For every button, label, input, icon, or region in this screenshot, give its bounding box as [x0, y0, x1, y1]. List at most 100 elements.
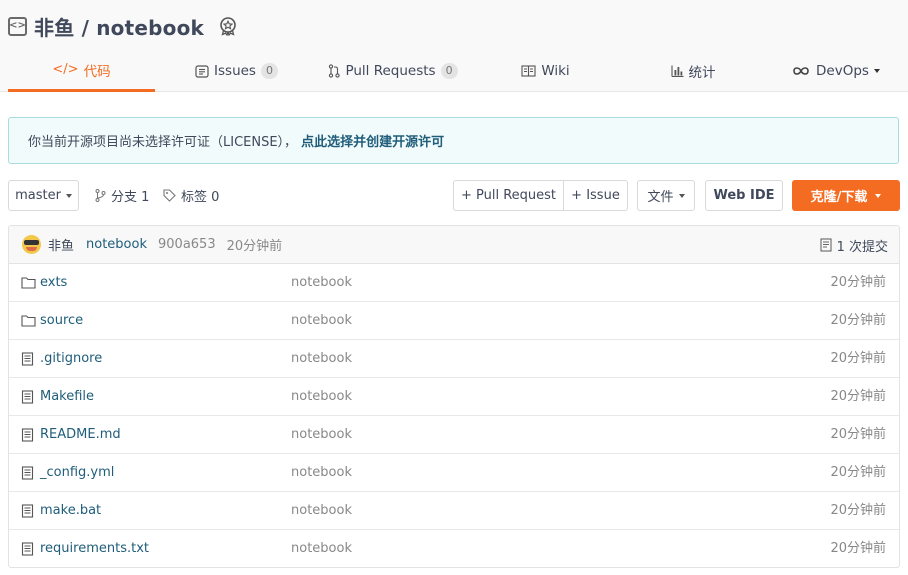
- clone-download-label: 克隆/下载: [810, 190, 868, 205]
- file-name-link[interactable]: requirements.txt: [40, 530, 149, 567]
- file-commit-time: 20分钟前: [830, 351, 886, 366]
- table-row[interactable]: exts notebook 20分钟前: [9, 264, 899, 302]
- chevron-down-icon: [678, 193, 685, 198]
- file-menu-label: 文件: [647, 190, 674, 205]
- file-name-link[interactable]: README.md: [40, 416, 121, 454]
- file-commit-message[interactable]: notebook: [291, 264, 352, 302]
- create-button-group: + Pull Request + Issue: [453, 180, 628, 211]
- chevron-down-icon: [873, 69, 880, 73]
- bar-chart-icon: [670, 65, 684, 77]
- file-commit-time: 20分钟前: [830, 541, 886, 556]
- file-icon: [21, 466, 36, 480]
- chevron-down-icon: [875, 193, 882, 198]
- recommended-badge-icon[interactable]: [217, 15, 239, 37]
- code-repo-icon: <>: [8, 16, 27, 36]
- avatar[interactable]: [22, 235, 41, 254]
- tab-issues-label: Issues: [214, 63, 256, 79]
- branches-count: 分支 1: [111, 190, 150, 205]
- file-icon: [21, 428, 36, 442]
- table-row[interactable]: _config.yml notebook 20分钟前: [9, 454, 899, 492]
- file-commit-message[interactable]: notebook: [291, 454, 352, 492]
- tab-wiki-label: Wiki: [541, 63, 570, 79]
- pull-request-icon: [328, 64, 341, 78]
- wiki-book-icon: [521, 65, 536, 77]
- file-commit-message[interactable]: notebook: [291, 530, 352, 567]
- latest-commit-row: 非鱼 notebook 900a653 20分钟前 1 次提交: [9, 226, 899, 264]
- file-name-link[interactable]: _config.yml: [40, 454, 114, 492]
- license-notice: 你当前开源项目尚未选择许可证（LICENSE）， 点此选择并创建开源许可: [8, 117, 899, 164]
- repo-tabs: </> 代码 Issues 0 Pull Requests 0 Wiki 统计 …: [8, 50, 908, 92]
- tags-count: 标签 0: [181, 190, 220, 205]
- table-row[interactable]: source notebook 20分钟前: [9, 302, 899, 340]
- commit-time: 20分钟前: [226, 239, 283, 254]
- code-icon: </>: [52, 62, 79, 77]
- file-list: 非鱼 notebook 900a653 20分钟前 1 次提交 exts not…: [8, 225, 900, 568]
- file-icon: [21, 390, 36, 404]
- tab-wiki[interactable]: Wiki: [468, 50, 623, 92]
- branch-icon: [95, 189, 106, 202]
- branches-link[interactable]: 分支 1: [95, 180, 149, 211]
- tab-pull-requests[interactable]: Pull Requests 0: [318, 50, 468, 92]
- commit-sha[interactable]: 900a653: [158, 237, 216, 252]
- tab-pull-requests-label: Pull Requests: [345, 63, 436, 79]
- new-issue-button[interactable]: + Issue: [563, 181, 627, 210]
- tab-devops-label: DevOps: [816, 63, 869, 79]
- file-name-link[interactable]: .gitignore: [40, 340, 102, 378]
- file-commit-time: 20分钟前: [830, 427, 886, 442]
- table-row[interactable]: .gitignore notebook 20分钟前: [9, 340, 899, 378]
- tab-devops[interactable]: DevOps: [763, 50, 908, 92]
- issues-count-badge: 0: [260, 63, 278, 79]
- file-name-link[interactable]: Makefile: [40, 378, 94, 416]
- file-icon: [21, 504, 36, 518]
- tag-icon: [163, 189, 176, 202]
- file-commit-time: 20分钟前: [830, 313, 886, 328]
- commits-count-link[interactable]: 1 次提交: [820, 226, 888, 264]
- table-row[interactable]: requirements.txt notebook 20分钟前: [9, 530, 899, 567]
- clone-download-button[interactable]: 克隆/下载: [792, 180, 900, 211]
- table-row[interactable]: Makefile notebook 20分钟前: [9, 378, 899, 416]
- folder-icon: [21, 314, 36, 327]
- issues-icon: [195, 64, 209, 78]
- file-commit-time: 20分钟前: [830, 389, 886, 404]
- file-commit-message[interactable]: notebook: [291, 416, 352, 454]
- tags-link[interactable]: 标签 0: [163, 180, 219, 211]
- file-name-link[interactable]: make.bat: [40, 492, 101, 530]
- tab-stats-label: 统计: [688, 65, 716, 81]
- folder-icon: [21, 276, 36, 289]
- license-notice-text: 你当前开源项目尚未选择许可证（LICENSE），: [28, 135, 298, 150]
- tab-stats[interactable]: 统计: [623, 50, 763, 92]
- chevron-down-icon: [65, 193, 72, 198]
- branch-select-label: master: [15, 188, 61, 203]
- create-license-link[interactable]: 点此选择并创建开源许可: [301, 131, 444, 150]
- commit-message[interactable]: notebook: [86, 237, 147, 252]
- file-commit-time: 20分钟前: [830, 275, 886, 290]
- file-name-link[interactable]: source: [40, 302, 83, 340]
- repo-title[interactable]: 非鱼 / notebook: [34, 12, 204, 41]
- web-ide-button[interactable]: Web IDE: [705, 180, 783, 211]
- tab-code[interactable]: </> 代码: [8, 50, 155, 92]
- pull-requests-count-badge: 0: [440, 63, 458, 79]
- table-row[interactable]: make.bat notebook 20分钟前: [9, 492, 899, 530]
- tab-code-label: 代码: [83, 63, 111, 80]
- commit-list-icon: [820, 238, 832, 252]
- file-name-link[interactable]: exts: [40, 264, 67, 302]
- file-commit-message[interactable]: notebook: [291, 302, 352, 340]
- table-row[interactable]: README.md notebook 20分钟前: [9, 416, 899, 454]
- tab-issues[interactable]: Issues 0: [155, 50, 318, 92]
- repo-title-bar: <> 非鱼 / notebook: [8, 12, 239, 40]
- file-icon: [21, 352, 36, 366]
- file-menu-button[interactable]: 文件: [637, 180, 695, 211]
- branch-select[interactable]: master: [8, 180, 79, 211]
- new-pull-request-button[interactable]: + Pull Request: [454, 181, 563, 210]
- file-commit-time: 20分钟前: [830, 503, 886, 518]
- repo-header: <> 非鱼 / notebook </> 代码 Issues 0 Pull Re…: [0, 0, 908, 92]
- commits-count-label: 1 次提交: [836, 239, 888, 255]
- file-commit-message[interactable]: notebook: [291, 340, 352, 378]
- file-commit-message[interactable]: notebook: [291, 492, 352, 530]
- commit-author[interactable]: 非鱼: [48, 235, 74, 254]
- file-icon: [21, 542, 36, 556]
- file-commit-time: 20分钟前: [830, 465, 886, 480]
- repo-toolbar: master 分支 1 标签 0 + Pull Request + Issue …: [8, 180, 900, 211]
- infinity-icon: [791, 66, 811, 76]
- file-commit-message[interactable]: notebook: [291, 378, 352, 416]
